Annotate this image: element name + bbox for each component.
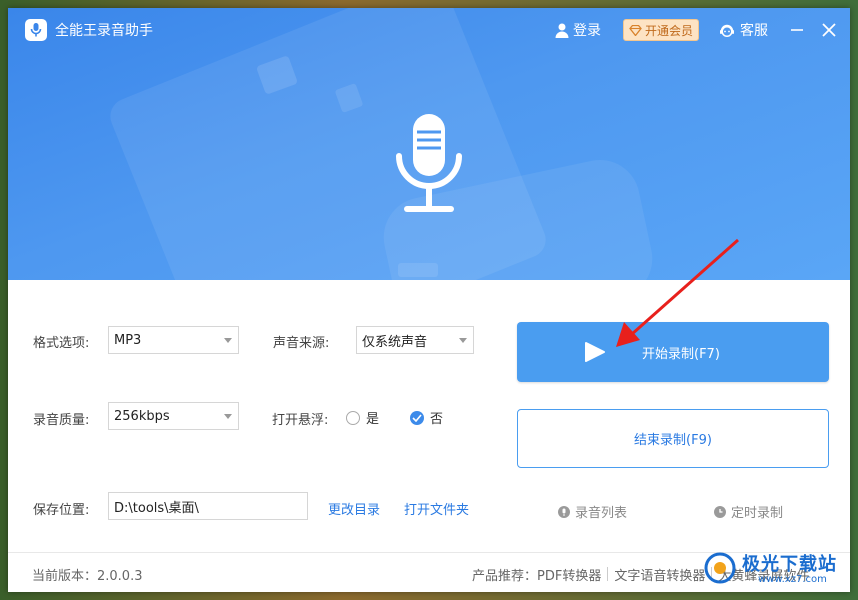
timed-record-label: 定时录制 — [731, 506, 784, 521]
format-label: 格式选项: — [33, 336, 90, 351]
title-bar-actions: 登录 开通会员 客服 — [555, 18, 850, 42]
service-button[interactable]: 客服 — [719, 20, 768, 40]
banner-decoration — [398, 263, 438, 277]
minimize-icon — [791, 29, 803, 31]
save-location-label: 保存位置: — [33, 503, 90, 518]
header-banner: 全能王录音助手 登录 开通会员 客服 — [8, 8, 850, 280]
start-record-button[interactable]: 开始录制(F7) — [517, 322, 829, 382]
app-title: 全能王录音助手 — [55, 23, 153, 39]
float-label: 打开悬浮: — [272, 413, 329, 428]
product-link-pdf[interactable]: PDF转换器 — [537, 565, 601, 584]
save-path-field[interactable]: D:\tools\桌面\ — [108, 492, 308, 520]
user-icon — [555, 23, 569, 38]
service-label: 客服 — [740, 23, 768, 39]
format-select[interactable]: MP3 — [108, 326, 239, 354]
format-value: MP3 — [114, 332, 142, 348]
clock-icon — [714, 505, 726, 518]
login-button[interactable]: 登录 — [555, 20, 601, 40]
change-dir-link[interactable]: 更改目录 — [328, 499, 380, 518]
float-no-label: 否 — [430, 412, 444, 427]
microphone-icon — [396, 114, 462, 212]
radio-unchecked-icon — [346, 410, 360, 425]
divider — [607, 567, 609, 581]
float-yes-radio[interactable]: 是 — [346, 408, 379, 427]
customer-service-icon — [720, 24, 734, 37]
start-record-label: 开始录制(F7) — [642, 347, 720, 362]
save-path-value: D:\tools\桌面\ — [114, 500, 199, 516]
quality-value: 256kbps — [114, 408, 170, 424]
stop-record-button[interactable]: 结束录制(F9) — [517, 409, 829, 468]
product-link-tts[interactable]: 文字语音转换器 — [614, 565, 705, 584]
quality-label: 录音质量: — [33, 413, 90, 428]
app-logo-icon — [25, 19, 47, 41]
vip-button[interactable]: 开通会员 — [622, 19, 699, 41]
play-icon — [585, 342, 605, 362]
watermark-url: www.xz7.com — [758, 574, 827, 585]
radio-checked-icon — [410, 410, 424, 425]
app-window: 全能王录音助手 登录 开通会员 客服 格式选项: MP3 声音来源: 仅系统声音… — [8, 8, 850, 592]
version-text: 当前版本：2.0.0.3 — [32, 569, 143, 584]
quality-select[interactable]: 256kbps — [108, 402, 239, 430]
record-list-label: 录音列表 — [575, 506, 628, 521]
watermark-brand: 极光下载站 — [742, 554, 837, 575]
float-yes-label: 是 — [366, 412, 380, 427]
close-button[interactable] — [818, 19, 840, 41]
login-label: 登录 — [572, 23, 601, 39]
diamond-icon — [629, 24, 642, 36]
open-folder-link[interactable]: 打开文件夹 — [404, 499, 469, 518]
source-value: 仅系统声音 — [362, 334, 428, 350]
recommend-label: 产品推荐： — [472, 569, 538, 584]
source-select[interactable]: 仅系统声音 — [356, 326, 474, 354]
chevron-down-icon — [224, 338, 232, 343]
float-no-radio[interactable]: 否 — [410, 408, 443, 427]
record-list-link[interactable]: 录音列表 — [558, 502, 627, 521]
stop-record-label: 结束录制(F9) — [634, 433, 712, 448]
chevron-down-icon — [224, 414, 232, 419]
source-label: 声音来源: — [273, 336, 330, 351]
chevron-down-icon — [459, 338, 467, 343]
vip-label: 开通会员 — [644, 23, 693, 38]
close-icon — [822, 23, 836, 37]
microphone-small-icon — [558, 505, 570, 518]
minimize-button[interactable] — [786, 19, 808, 41]
timed-record-link[interactable]: 定时录制 — [714, 502, 783, 521]
